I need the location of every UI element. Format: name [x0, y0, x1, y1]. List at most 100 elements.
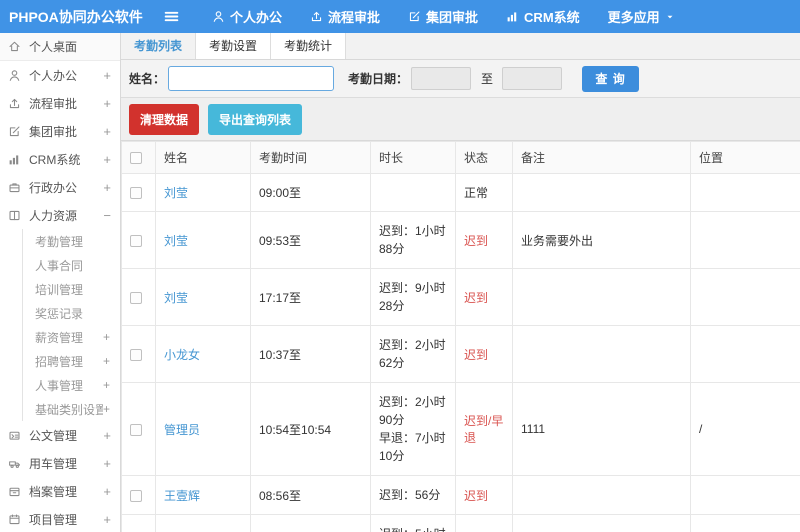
sidebar-subitem-reward-record[interactable]: 奖惩记录 — [23, 301, 120, 325]
expand-toggle[interactable]: + — [103, 428, 111, 443]
sidebar-item-human-resources[interactable]: 人力资源 − — [0, 201, 120, 229]
row-checkbox[interactable] — [130, 348, 142, 361]
status-cell: 正常 — [455, 173, 513, 212]
table-row: 小龙女 10:37至 迟到：2小时62分 迟到 — [121, 325, 800, 383]
employee-name-link[interactable]: 王壹辉 — [164, 489, 200, 503]
book-icon — [8, 208, 24, 222]
sidebar-subitem-attendance-mgmt[interactable]: 考勤管理 — [23, 229, 120, 253]
sidebar-item-crm-system[interactable]: CRM系统 + — [0, 145, 120, 173]
row-checkbox-cell — [121, 514, 156, 532]
sidebar-item-personal-office[interactable]: 个人办公 + — [0, 61, 120, 89]
sidebar-item-vehicle-mgmt[interactable]: 用车管理 + — [0, 449, 120, 477]
sidebar-subitem-personnel-mgmt[interactable]: 人事管理 + — [23, 373, 120, 397]
sidebar-item-flow-approval[interactable]: 流程审批 + — [0, 89, 120, 117]
expand-toggle[interactable]: + — [103, 484, 111, 499]
nav-item-personal-office[interactable]: 个人办公 — [198, 0, 296, 33]
sidebar-item-group-approval[interactable]: 集团审批 + — [0, 117, 120, 145]
tab-attendance-list[interactable]: 考勤列表 — [121, 33, 197, 59]
nav-item-label: 更多应用 — [607, 10, 660, 25]
query-button[interactable]: 查 询 — [582, 65, 640, 92]
to-label: 至 — [481, 72, 494, 86]
app-window: PHPOA协同办公软件 个人办公 流程审批 集团审批 CRM系统 更多应用 个人桌面 个人… — [0, 0, 800, 532]
expand-toggle[interactable]: + — [103, 354, 110, 368]
status-cell: 迟到 — [455, 475, 513, 515]
employee-name-link[interactable]: 刘莹 — [164, 291, 188, 305]
sidebar-subitem-label: 招聘管理 — [35, 354, 84, 369]
sidebar-subitem-training-mgmt[interactable]: 培训管理 — [23, 277, 120, 301]
export-list-button[interactable]: 导出查询列表 — [208, 104, 303, 135]
date-from-input[interactable] — [411, 67, 472, 90]
hamburger-menu-icon[interactable] — [158, 4, 184, 30]
action-bar: 清理数据 导出查询列表 — [121, 98, 800, 140]
nav-item-label: 集团审批 — [426, 10, 479, 25]
note-cell: 业务需要外出 — [512, 211, 691, 269]
expand-toggle[interactable]: + — [103, 180, 111, 195]
row-checkbox[interactable] — [130, 489, 142, 502]
location-cell: / — [690, 514, 800, 532]
sidebar-item-archive-mgmt[interactable]: 档案管理 + — [0, 477, 120, 505]
expand-toggle[interactable]: + — [103, 68, 111, 83]
briefcase-icon — [8, 180, 24, 194]
employee-name-link[interactable]: 小龙女 — [164, 348, 200, 362]
employee-name-link[interactable]: 刘莹 — [164, 234, 188, 248]
row-checkbox-cell — [121, 173, 156, 212]
nav-item-crm-system[interactable]: CRM系统 — [492, 0, 594, 33]
expand-toggle[interactable]: + — [103, 152, 111, 167]
row-checkbox[interactable] — [130, 187, 142, 200]
employee-name-link[interactable]: 管理员 — [164, 423, 200, 437]
expand-toggle[interactable]: + — [103, 512, 111, 527]
time-cell: 17:17至 — [250, 268, 371, 326]
flow-icon — [310, 10, 323, 23]
name-cell: 王壹辉 — [155, 475, 251, 515]
sidebar-item-label: 集团审批 — [29, 124, 78, 139]
duration-line: 迟到：2小时62分 — [379, 338, 446, 370]
sidebar-item-doc-mgmt[interactable]: 公文管理 + — [0, 421, 120, 449]
expand-toggle[interactable]: + — [103, 378, 110, 392]
row-checkbox[interactable] — [130, 423, 142, 436]
nav-item-flow-approval[interactable]: 流程审批 — [296, 0, 394, 33]
name-input[interactable] — [168, 66, 335, 91]
status-cell: 迟到/早退 — [455, 514, 513, 532]
sidebar-subitem-salary-mgmt[interactable]: 薪资管理 + — [23, 325, 120, 349]
sidebar-item-project-mgmt[interactable]: 项目管理 + — [0, 505, 120, 532]
duration-cell: 迟到：56分 — [370, 475, 456, 515]
expand-toggle[interactable]: + — [103, 124, 111, 139]
note-cell — [512, 325, 691, 383]
table-body: 刘莹 09:00至 正常 刘莹 09:53至 迟到：1小时88分 迟到 业务需要外出 刘莹 17:… — [121, 173, 800, 532]
status-cell: 迟到 — [455, 268, 513, 326]
expand-toggle[interactable]: − — [103, 208, 111, 223]
sidebar-item-label: 行政办公 — [29, 180, 78, 195]
nav-item-label: 个人办公 — [230, 10, 283, 25]
expand-toggle[interactable]: + — [103, 96, 111, 111]
top-navigation: 个人办公 流程审批 集团审批 CRM系统 更多应用 — [198, 0, 689, 33]
sidebar-item-admin-office[interactable]: 行政办公 + — [0, 173, 120, 201]
row-checkbox[interactable] — [130, 234, 142, 247]
row-checkbox[interactable] — [130, 291, 142, 304]
sidebar-subitem-recruit-mgmt[interactable]: 招聘管理 + — [23, 349, 120, 373]
expand-toggle[interactable]: + — [103, 330, 110, 344]
sidebar-item-label: 档案管理 — [29, 484, 78, 499]
sidebar-subitem-base-category-settings[interactable]: 基础类别设置 + — [23, 397, 120, 421]
attendance-table: 姓名 考勤时间 时长 状态 备注 位置 刘莹 09:00至 正常 刘莹 09:53至 迟到：1小时8… — [121, 141, 800, 532]
tab-attendance-stats[interactable]: 考勤统计 — [271, 33, 347, 59]
date-to-input[interactable] — [502, 67, 563, 90]
edit-icon — [408, 10, 421, 23]
time-cell: 13:20至13:20 — [250, 514, 371, 532]
tab-attendance-settings[interactable]: 考勤设置 — [196, 33, 272, 59]
select-all-checkbox[interactable] — [130, 152, 142, 165]
employee-name-link[interactable]: 刘莹 — [164, 186, 188, 200]
main-content: 考勤列表 考勤设置 考勤统计 姓名： 考勤日期： 至 查 询 清理数据 导出查询列表 — [121, 33, 800, 532]
nav-item-label: CRM系统 — [524, 10, 580, 25]
name-cell: 刘莹 — [155, 173, 251, 212]
sidebar-subitem-hr-contract[interactable]: 人事合同 — [23, 253, 120, 277]
expand-toggle[interactable]: + — [103, 402, 110, 416]
nav-item-more-apps[interactable]: 更多应用 — [594, 0, 689, 33]
table-row: 王壹辉 08:56至 迟到：56分 迟到 — [121, 475, 800, 515]
sidebar-subitem-label: 基础类别设置 — [35, 402, 103, 417]
column-header: 时长 — [370, 141, 456, 174]
sidebar-item-personal-desktop[interactable]: 个人桌面 — [0, 33, 120, 61]
clean-data-button[interactable]: 清理数据 — [129, 104, 200, 135]
expand-toggle[interactable]: + — [103, 456, 111, 471]
nav-item-group-approval[interactable]: 集团审批 — [394, 0, 492, 33]
duration-line: 迟到：56分 — [379, 488, 441, 502]
